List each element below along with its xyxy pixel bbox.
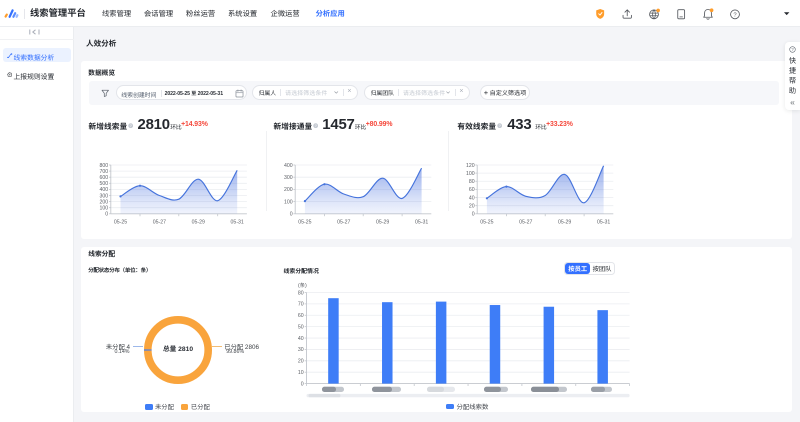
svg-text:05-31: 05-31 (231, 220, 244, 226)
svg-text:05-29: 05-29 (192, 220, 205, 226)
svg-text:05-31: 05-31 (415, 220, 428, 226)
svg-text:?: ? (791, 47, 794, 52)
svg-text:20: 20 (298, 359, 304, 365)
svg-text:0: 0 (290, 212, 293, 218)
svg-text:?: ? (315, 124, 317, 128)
svg-text:05-27: 05-27 (519, 220, 532, 226)
svg-text:0: 0 (105, 212, 108, 218)
svg-text:0: 0 (301, 381, 304, 387)
svg-text:400: 400 (284, 163, 293, 169)
svg-text:100: 100 (100, 205, 109, 211)
svg-text:0: 0 (472, 212, 475, 218)
svg-text:05-25: 05-25 (480, 220, 493, 226)
svg-text:70: 70 (298, 302, 304, 308)
svg-text:80: 80 (469, 179, 475, 185)
svg-text:?: ? (499, 124, 501, 128)
svg-text:30: 30 (298, 347, 304, 353)
svg-text:50: 50 (298, 324, 304, 330)
svg-text:20: 20 (469, 203, 475, 209)
svg-text:80: 80 (298, 290, 304, 296)
svg-text:100: 100 (466, 171, 475, 177)
svg-text:40: 40 (298, 336, 304, 342)
svg-text:?: ? (733, 12, 737, 18)
svg-text:10: 10 (298, 370, 304, 376)
svg-text:700: 700 (100, 169, 109, 175)
svg-text:05-27: 05-27 (153, 220, 166, 226)
svg-text:300: 300 (284, 175, 293, 181)
svg-text:400: 400 (100, 187, 109, 193)
svg-text:200: 200 (284, 187, 293, 193)
svg-text:60: 60 (469, 187, 475, 193)
svg-text:05-29: 05-29 (558, 220, 571, 226)
svg-text:200: 200 (100, 199, 109, 205)
svg-text:05-25: 05-25 (114, 220, 127, 226)
svg-text:600: 600 (100, 175, 109, 181)
svg-text:800: 800 (100, 163, 109, 169)
svg-text:?: ? (130, 124, 132, 128)
svg-text:05-27: 05-27 (337, 220, 350, 226)
svg-text:05-25: 05-25 (298, 220, 311, 226)
svg-text:40: 40 (469, 195, 475, 201)
svg-text:05-29: 05-29 (376, 220, 389, 226)
svg-text:120: 120 (466, 163, 475, 169)
svg-text:300: 300 (100, 193, 109, 199)
svg-text:100: 100 (284, 199, 293, 205)
svg-text:500: 500 (100, 181, 109, 187)
svg-text:05-31: 05-31 (597, 220, 610, 226)
svg-text:60: 60 (298, 313, 304, 319)
